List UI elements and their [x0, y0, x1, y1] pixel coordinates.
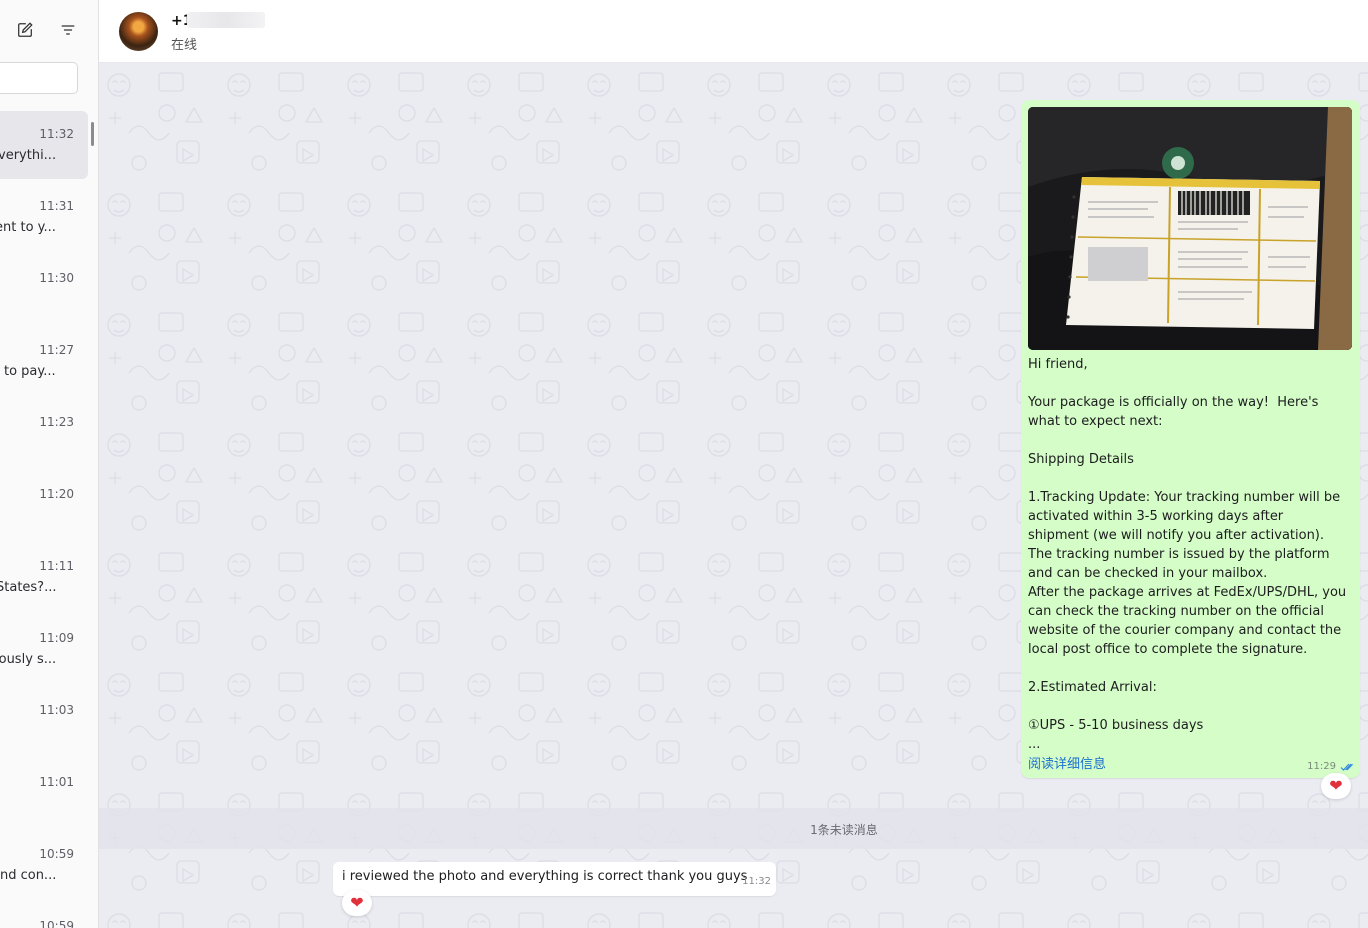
- chat-time: 11:20: [39, 487, 74, 501]
- read-receipt-icon: [1340, 763, 1353, 771]
- chat-list-scrollbar[interactable]: [91, 122, 94, 146]
- chat-list-item[interactable]: 10:59: [0, 903, 88, 928]
- chat-list-item[interactable]: 11:11 States?...: [0, 543, 88, 611]
- chat-list-panel: 11:32 everythi... 11:31 ent to y... 11:30 11:…: [0, 0, 99, 928]
- chat-list-item[interactable]: 11:20: [0, 471, 88, 539]
- conversation-header: +1 在线: [99, 0, 1368, 63]
- search-input[interactable]: [0, 62, 78, 94]
- chat-snippet: States?...: [0, 580, 57, 595]
- chat-time: 11:27: [39, 343, 74, 357]
- filter-icon[interactable]: [57, 19, 79, 41]
- chat-snippet: and con...: [0, 868, 57, 883]
- chat-time: 11:31: [39, 199, 74, 213]
- heart-reaction-icon[interactable]: ❤: [342, 890, 372, 916]
- unread-count-label: 1条未读消息: [810, 823, 878, 837]
- chat-time: 11:03: [39, 703, 74, 717]
- heart-reaction-icon[interactable]: ❤: [1321, 773, 1351, 799]
- chat-list-item[interactable]: 11:32 everythi...: [0, 111, 88, 179]
- chat-time: 11:23: [39, 415, 74, 429]
- chat-time: 10:59: [39, 847, 74, 861]
- whatsapp-window: 11:32 everythi... 11:31 ent to y... 11:30 11:…: [0, 0, 1368, 928]
- chat-time: 11:01: [39, 775, 74, 789]
- chat-snippet: everythi...: [0, 148, 57, 163]
- contact-status: 在线: [171, 38, 198, 53]
- chat-snippet: ent to y...: [0, 220, 56, 235]
- chat-time: 11:32: [39, 127, 74, 141]
- chat-snippet: iously s...: [0, 652, 57, 667]
- chat-snippet: to pay...: [4, 364, 56, 379]
- incoming-message-time: 11:32: [742, 876, 771, 887]
- outgoing-message-time: 11:29: [1307, 761, 1336, 772]
- chat-list-item[interactable]: 11:31 ent to y...: [0, 183, 88, 251]
- new-chat-icon[interactable]: [14, 19, 36, 41]
- incoming-message-text: i reviewed the photo and everything is c…: [342, 869, 748, 884]
- outgoing-message-bubble[interactable]: Hi friend, Your package is officially on…: [1021, 100, 1360, 778]
- chat-list-item[interactable]: 11:01: [0, 759, 88, 827]
- chat-time: 10:59: [39, 919, 74, 928]
- chat-list-item[interactable]: 11:03: [0, 687, 88, 755]
- chat-time: 11:11: [39, 559, 74, 573]
- chat-list-item[interactable]: 10:59 and con...: [0, 831, 88, 899]
- chat-list-item[interactable]: 11:09 iously s...: [0, 615, 88, 683]
- chat-list-item[interactable]: 11:30: [0, 255, 88, 323]
- chat-time: 11:09: [39, 631, 74, 645]
- contact-avatar[interactable]: [119, 12, 158, 51]
- redacted-name-blur: [187, 12, 265, 28]
- read-more-link[interactable]: 阅读详细信息: [1028, 753, 1106, 772]
- message-area[interactable]: Hi friend, Your package is officially on…: [99, 63, 1368, 928]
- chat-list-item[interactable]: 11:27 to pay...: [0, 327, 88, 395]
- package-photo[interactable]: [1028, 107, 1352, 350]
- chat-list-item[interactable]: 11:23: [0, 399, 88, 467]
- chat-time: 11:30: [39, 271, 74, 285]
- incoming-message-bubble[interactable]: i reviewed the photo and everything is c…: [333, 862, 776, 896]
- outgoing-message-text: Hi friend, Your package is officially on…: [1028, 357, 1347, 752]
